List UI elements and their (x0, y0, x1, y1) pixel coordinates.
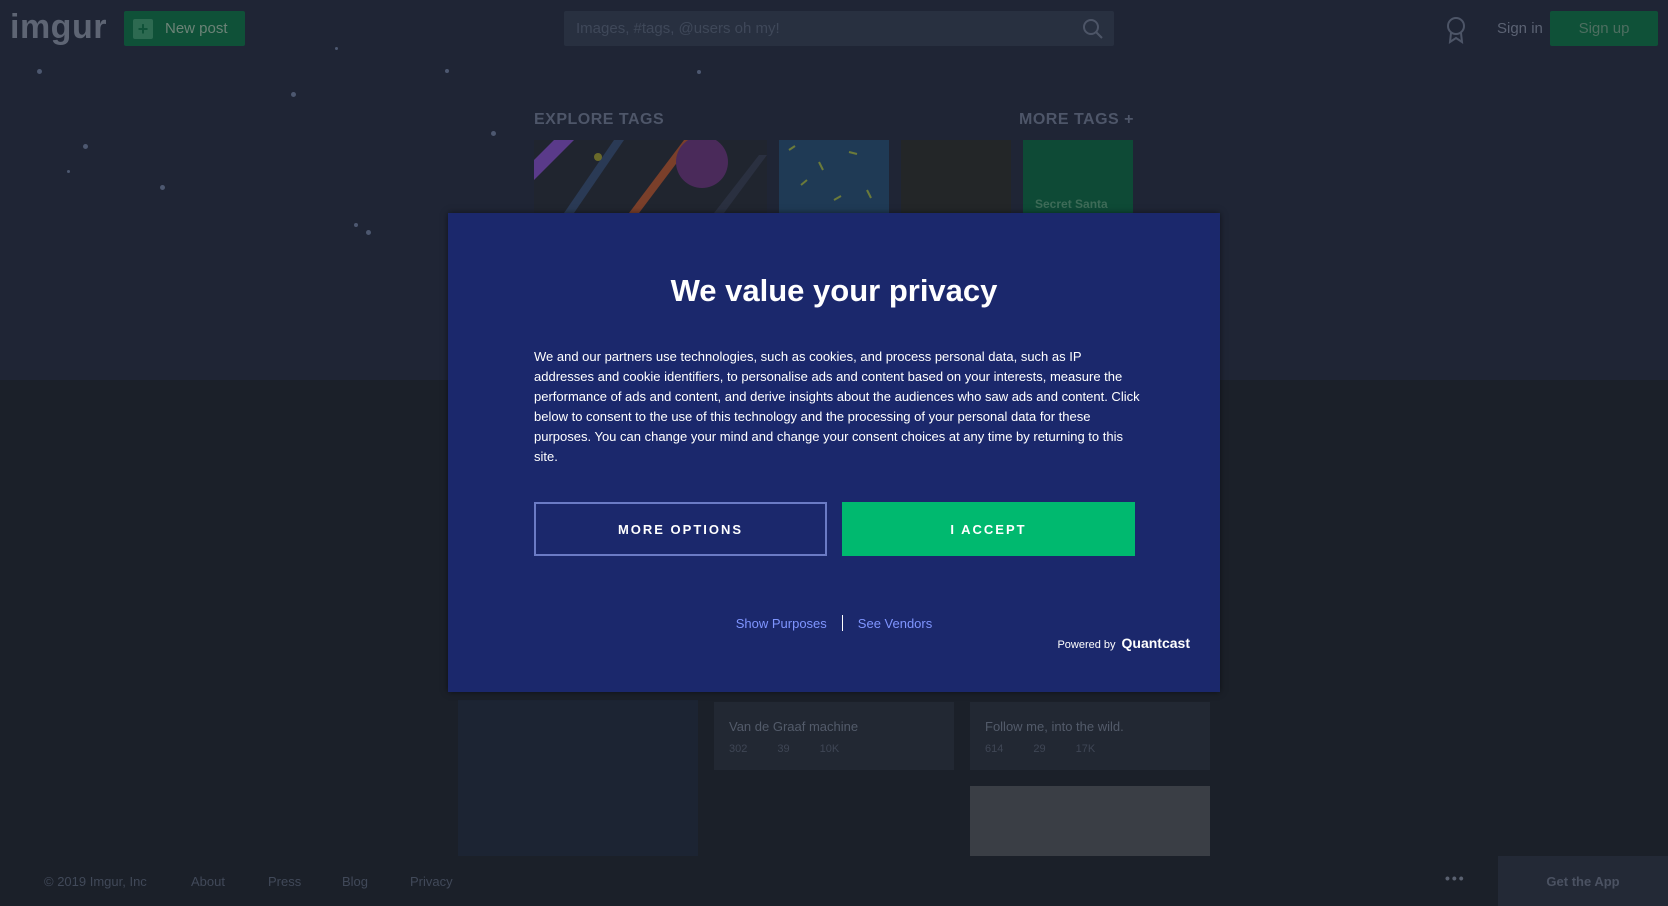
post-stats: 302 39 10K (729, 743, 839, 755)
tag-tile[interactable]: Secret Santa (1023, 140, 1133, 213)
modal-body-text: We and our partners use technologies, su… (534, 349, 1140, 464)
award-icon[interactable] (1446, 16, 1466, 44)
star (697, 70, 701, 74)
footer: © 2019 Imgur, Inc About Press Blog Priva… (0, 856, 1668, 906)
footer-link-blog[interactable]: Blog (342, 874, 368, 889)
tag-tile[interactable] (534, 140, 767, 213)
search-icon[interactable] (1082, 18, 1104, 40)
tag-tile[interactable] (901, 140, 1011, 213)
powered-by-label: Powered by (1057, 639, 1116, 651)
search-bar (564, 11, 1114, 46)
explore-tags-heading: EXPLORE TAGS (534, 111, 665, 128)
new-post-label: New post (165, 20, 228, 37)
post-image[interactable] (970, 786, 1210, 856)
view-count: 17K (1075, 743, 1096, 755)
tag-artwork (534, 140, 767, 213)
top-navigation-bar: imgur + New post Sign in Sign up (0, 0, 1668, 58)
quantcast-logo: Quantcast (1121, 635, 1190, 651)
more-tags-link[interactable]: MORE TAGS + (1019, 111, 1134, 129)
new-post-button[interactable]: + New post (124, 11, 245, 46)
more-options-button[interactable]: MORE OPTIONS (534, 502, 827, 556)
star (160, 185, 165, 190)
privacy-consent-modal: We value your privacy We and our partner… (448, 213, 1220, 692)
star (491, 131, 496, 136)
footer-link-about[interactable]: About (191, 874, 225, 889)
modal-links: Show Purposes See Vendors (448, 615, 1220, 631)
link-separator (841, 615, 843, 631)
upvote-count: 302 (729, 743, 748, 755)
comment-count: 39 (777, 743, 790, 755)
powered-by: Powered by Quantcast (1057, 635, 1190, 651)
comment-count: 29 (1033, 743, 1046, 755)
star (83, 144, 88, 149)
search-input[interactable] (564, 11, 1114, 46)
show-purposes-link[interactable]: Show Purposes (736, 616, 827, 631)
post-card[interactable]: Follow me, into the wild. 614 29 17K (970, 702, 1210, 770)
star (37, 69, 42, 74)
post-image[interactable] (458, 700, 698, 856)
tag-label: Secret Santa (1035, 197, 1108, 211)
tag-artwork (788, 145, 872, 201)
footer-link-privacy[interactable]: Privacy (410, 874, 453, 889)
star (67, 170, 70, 173)
tag-tile[interactable] (779, 140, 889, 213)
copyright-text: © 2019 Imgur, Inc (44, 874, 147, 889)
more-dots-icon[interactable]: ••• (1445, 870, 1466, 886)
footer-link-press[interactable]: Press (268, 874, 301, 889)
sign-in-link[interactable]: Sign in (1497, 20, 1543, 37)
plus-icon: + (133, 18, 153, 39)
star (291, 92, 296, 97)
see-vendors-link[interactable]: See Vendors (858, 616, 932, 631)
modal-title: We value your privacy (670, 273, 998, 308)
view-count: 10K (819, 743, 840, 755)
get-the-app-button[interactable]: Get the App (1498, 856, 1668, 906)
star (366, 230, 371, 235)
accept-button[interactable]: I ACCEPT (842, 502, 1135, 556)
star (445, 69, 449, 73)
upvote-count: 614 (985, 743, 1004, 755)
post-card[interactable]: Van de Graaf machine 302 39 10K (714, 702, 954, 770)
star (354, 223, 358, 227)
imgur-logo[interactable]: imgur (10, 8, 107, 47)
post-stats: 614 29 17K (985, 743, 1095, 755)
post-title: Follow me, into the wild. (985, 719, 1124, 734)
post-title: Van de Graaf machine (729, 719, 859, 734)
sign-up-button[interactable]: Sign up (1550, 11, 1658, 46)
